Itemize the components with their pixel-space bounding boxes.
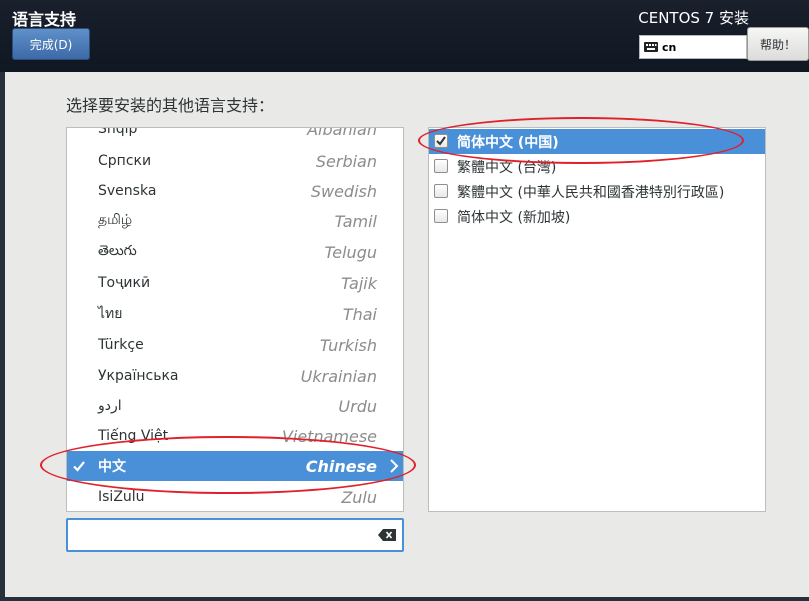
- language-row[interactable]: ไทย Thai: [67, 299, 403, 329]
- language-row[interactable]: Tiếng Việt Vietnamese: [67, 421, 403, 451]
- language-english-name: Tamil: [334, 211, 377, 231]
- locale-checkbox[interactable]: [434, 159, 448, 173]
- locale-row[interactable]: 繁體中文 (台灣): [429, 154, 765, 179]
- language-row[interactable]: Українська Ukrainian: [67, 361, 403, 391]
- language-native-name: Svenska: [98, 183, 157, 199]
- language-english-name: Chinese: [305, 456, 377, 476]
- language-english-name: Ukrainian: [300, 366, 377, 386]
- product-title: CENTOS 7 安装: [638, 9, 749, 27]
- language-search-box[interactable]: [66, 518, 404, 552]
- language-row[interactable]: Shqip Albanian: [67, 127, 403, 144]
- language-native-name: 中文: [98, 459, 126, 475]
- language-english-name: Swedish: [310, 181, 377, 201]
- locale-checkbox[interactable]: [434, 134, 448, 148]
- language-row[interactable]: தமிழ் Tamil: [67, 206, 403, 236]
- screen-title: 语言支持: [12, 10, 77, 29]
- language-native-name: Українська: [98, 368, 179, 384]
- language-list[interactable]: Shqip Albanian Српски Serbian Svenska Swedish…: [66, 127, 404, 512]
- language-english-name: Serbian: [315, 151, 377, 171]
- language-native-name: తెలుగు: [98, 242, 137, 259]
- language-row[interactable]: తెలుగు Telugu: [67, 237, 403, 267]
- page-prompt: 选择要安装的其他语言支持：: [66, 96, 275, 115]
- done-button[interactable]: 完成(D): [12, 28, 90, 60]
- chevron-right-icon: [390, 459, 399, 473]
- language-native-name: தமிழ்: [98, 212, 133, 228]
- top-bar: 语言支持 完成(D) CENTOS 7 安装 cn 帮助！: [0, 0, 809, 72]
- language-native-name: IsiZulu: [98, 489, 145, 505]
- locale-row[interactable]: 简体中文 (中国): [429, 129, 765, 154]
- language-english-name: Tajik: [340, 273, 377, 293]
- locale-list[interactable]: 简体中文 (中国) 繁體中文 (台灣) 繁體中文 (中華人民共和國香港特別行政區) 简…: [428, 127, 766, 512]
- language-row[interactable]: 中文 Chinese: [67, 451, 403, 481]
- language-native-name: اردو: [98, 398, 122, 414]
- locale-label: 繁體中文 (台灣): [457, 160, 557, 176]
- language-native-name: Shqip: [98, 127, 138, 137]
- language-row[interactable]: اردو Urdu: [67, 391, 403, 421]
- locale-checkbox[interactable]: [434, 209, 448, 223]
- locale-row[interactable]: 简体中文 (新加坡): [429, 204, 765, 229]
- keyboard-layout-label: cn: [662, 40, 677, 54]
- language-english-name: Vietnamese: [281, 426, 377, 446]
- window-edge-bottom: [0, 597, 809, 601]
- locale-label: 繁體中文 (中華人民共和國香港特別行政區): [457, 185, 725, 201]
- language-english-name: Thai: [342, 304, 377, 324]
- locale-row[interactable]: 繁體中文 (中華人民共和國香港特別行政區): [429, 179, 765, 204]
- language-english-name: Telugu: [324, 242, 377, 262]
- locale-label: 简体中文 (新加坡): [457, 210, 571, 226]
- locale-checkbox[interactable]: [434, 184, 448, 198]
- checkmark-icon: [436, 136, 446, 146]
- language-native-name: ไทย: [98, 306, 123, 322]
- search-input[interactable]: [74, 524, 364, 546]
- keyboard-layout-indicator[interactable]: cn: [639, 35, 747, 59]
- clear-search-icon[interactable]: [378, 529, 396, 541]
- check-icon: [73, 461, 85, 472]
- language-english-name: Albanian: [307, 127, 377, 139]
- language-row[interactable]: Српски Serbian: [67, 146, 403, 176]
- language-native-name: Tiếng Việt: [98, 428, 169, 444]
- language-row[interactable]: IsiZulu Zulu: [67, 482, 403, 511]
- keyboard-icon: [644, 42, 658, 52]
- language-row[interactable]: Türkçe Turkish: [67, 330, 403, 360]
- language-english-name: Urdu: [338, 396, 377, 416]
- language-row[interactable]: Тоҷикӣ Tajik: [67, 268, 403, 298]
- window-edge: [0, 72, 5, 601]
- language-english-name: Turkish: [319, 335, 377, 355]
- language-row[interactable]: Svenska Swedish: [67, 176, 403, 206]
- locale-label: 简体中文 (中国): [457, 135, 559, 151]
- language-native-name: Тоҷикӣ: [98, 275, 151, 291]
- language-english-name: Zulu: [341, 487, 377, 507]
- language-native-name: Српски: [98, 153, 152, 169]
- language-native-name: Türkçe: [98, 337, 144, 353]
- help-button[interactable]: 帮助！: [747, 27, 809, 61]
